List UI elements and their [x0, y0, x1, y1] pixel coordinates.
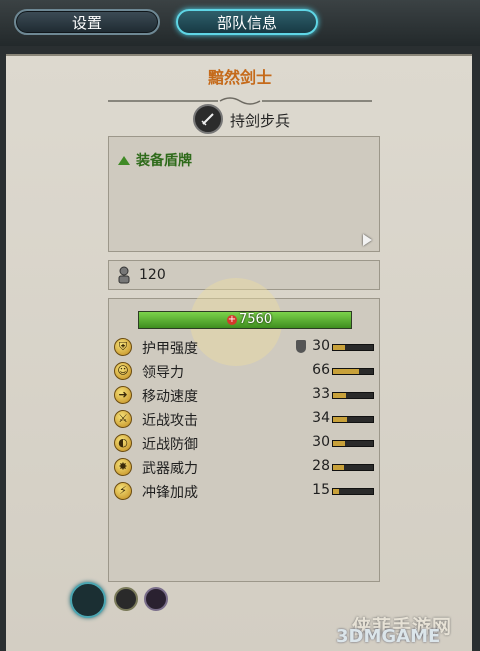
eye-attribute-icon[interactable]: [114, 587, 138, 611]
stat-value: 33: [312, 386, 330, 402]
stat-bar: [332, 488, 374, 495]
stat-value: 66: [312, 362, 330, 378]
armour-icon: ⛨: [114, 338, 132, 356]
stat-value: 34: [312, 410, 330, 426]
stat-bar-fill: [333, 441, 345, 446]
stat-bar: [332, 392, 374, 399]
tab-unit-info[interactable]: 部队信息: [176, 9, 318, 35]
stat-bar: [332, 344, 374, 351]
tab-settings[interactable]: 设置: [14, 9, 160, 35]
stat-value: 30: [312, 434, 330, 450]
stat-label: 近战攻击: [142, 413, 198, 429]
stat-bar-fill: [333, 465, 345, 470]
stat-row[interactable]: ☺ 领导力 66: [114, 362, 376, 382]
stat-row[interactable]: ⛨ 护甲强度 30: [114, 338, 376, 358]
watermark-brand: 3DMGAME: [336, 626, 441, 647]
stat-row[interactable]: ✸ 武器威力 28: [114, 458, 376, 478]
leadership-icon: ☺: [114, 362, 132, 380]
charge-bonus-icon: ⚡: [114, 482, 132, 500]
stat-bar-fill: [333, 345, 345, 350]
ornament-divider: [108, 97, 372, 105]
stat-row[interactable]: ◐ 近战防御 30: [114, 434, 376, 454]
stat-bar-fill: [333, 417, 347, 422]
stat-row[interactable]: ⚔ 近战攻击 34: [114, 410, 376, 430]
melee-attack-icon: ⚔: [114, 410, 132, 428]
health-cross-icon: +: [227, 314, 237, 325]
stat-value: 15: [312, 482, 330, 498]
speed-icon: ➜: [114, 386, 132, 404]
stat-value: 28: [312, 458, 330, 474]
stat-bar: [332, 464, 374, 471]
stat-label: 领导力: [142, 365, 184, 381]
ability-label: 装备盾牌: [136, 153, 192, 169]
stat-row[interactable]: ⚡ 冲锋加成 15: [114, 482, 376, 502]
ability-item[interactable]: 装备盾牌: [118, 150, 192, 170]
soldier-icon: [118, 266, 130, 284]
skull-ability-icon[interactable]: [70, 582, 106, 618]
sword-icon: [193, 104, 223, 134]
stat-bar-fill: [333, 369, 360, 374]
stat-label: 冲锋加成: [142, 485, 198, 501]
stat-row[interactable]: ➜ 移动速度 33: [114, 386, 376, 406]
stat-label: 移动速度: [142, 389, 198, 405]
melee-defence-icon: ◐: [114, 434, 132, 452]
top-tab-bar: 设置 部队信息: [0, 0, 480, 46]
unit-type-label: 持剑步兵: [230, 112, 291, 130]
weapon-attribute-icon[interactable]: [144, 587, 168, 611]
stat-bar: [332, 416, 374, 423]
health-value: 7560: [239, 312, 273, 327]
stat-value: 30: [312, 338, 330, 354]
stat-label: 近战防御: [142, 437, 198, 453]
stat-label: 武器威力: [142, 461, 198, 477]
shield-icon: [296, 340, 306, 353]
stat-label: 护甲强度: [142, 341, 198, 357]
stat-bar: [332, 368, 374, 375]
stat-bar-fill: [333, 489, 339, 494]
unit-name: 黯然剑士: [207, 68, 272, 87]
ability-triangle-icon: [118, 155, 130, 165]
scroll-right-arrow-icon[interactable]: [363, 234, 372, 246]
stat-bar-fill: [333, 393, 347, 398]
stat-bar: [332, 440, 374, 447]
unit-size-value: 120: [139, 267, 166, 283]
weapon-strength-icon: ✸: [114, 458, 132, 476]
